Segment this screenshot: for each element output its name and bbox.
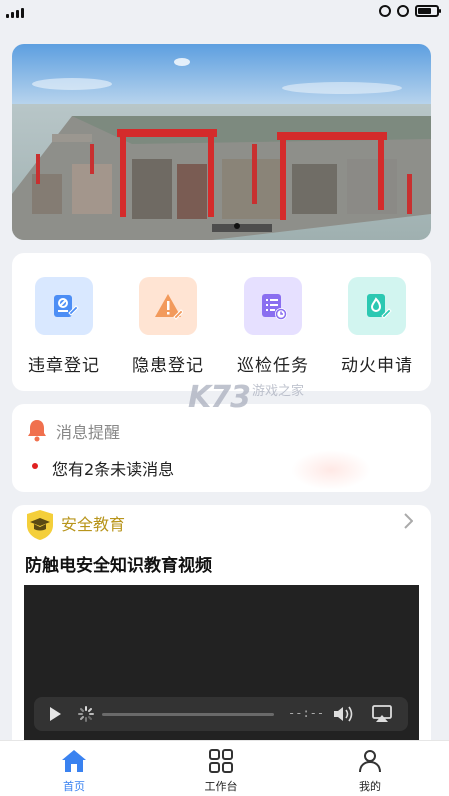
tab-label: 首页 — [63, 780, 85, 792]
home-icon — [34, 747, 114, 775]
quick-action-label: 隐患登记 — [132, 356, 204, 376]
tab-label: 我的 — [359, 780, 381, 792]
unread-dot — [32, 463, 38, 469]
battery-icon — [415, 5, 441, 17]
quick-actions-card: 违章登记 隐患登记 巡检任务 动火申请 — [12, 253, 431, 391]
hot-work-fire-icon — [348, 277, 406, 335]
video-time: --:-- — [288, 706, 325, 720]
play-icon[interactable] — [50, 707, 61, 721]
safety-education-title: 安全教育 — [61, 515, 126, 534]
watermark-logo: K73 游戏之家 — [188, 380, 305, 415]
video-controls: --:-- — [34, 697, 408, 731]
decorative-smoke — [291, 450, 371, 490]
video-progress-bar[interactable] — [102, 713, 274, 716]
unread-message-text[interactable]: 您有2条未读消息 — [52, 456, 174, 480]
user-icon — [330, 747, 410, 775]
bell-icon — [26, 418, 48, 446]
inspection-checklist-icon — [244, 277, 302, 335]
violation-report-icon — [35, 277, 93, 335]
shipyard-banner-image — [12, 44, 431, 240]
video-player[interactable]: --:-- — [24, 585, 419, 755]
tab-mine[interactable]: 我的 — [330, 747, 410, 792]
quick-action-label: 巡检任务 — [237, 356, 309, 376]
quick-action-hazard[interactable]: 隐患登记 — [116, 277, 220, 376]
grid-icon — [181, 747, 261, 775]
quick-action-violation[interactable]: 违章登记 — [12, 277, 116, 376]
quick-action-inspection[interactable]: 巡检任务 — [221, 277, 325, 376]
loading-spinner-icon — [78, 706, 94, 726]
graduation-cap-badge-icon — [25, 509, 55, 545]
quick-action-hot-work[interactable]: 动火申请 — [325, 277, 429, 376]
alarm-icon — [397, 5, 409, 17]
chevron-right-icon[interactable] — [403, 513, 414, 533]
tab-home[interactable]: 首页 — [34, 747, 114, 792]
airplay-icon[interactable] — [372, 705, 392, 727]
message-reminder-card[interactable]: 消息提醒 您有2条未读消息 — [12, 404, 431, 492]
tab-label: 工作台 — [204, 780, 238, 792]
hazard-warning-icon — [139, 277, 197, 335]
bottom-tab-bar: 首页 工作台 我的 — [0, 740, 449, 796]
message-reminder-title: 消息提醒 — [56, 423, 121, 442]
status-bar — [0, 0, 449, 26]
watermark-logo-text: K73 — [188, 380, 251, 415]
signal-icon — [6, 8, 24, 18]
quick-action-label: 违章登记 — [28, 356, 100, 376]
quick-action-label: 动火申请 — [341, 356, 413, 376]
shipyard-banner[interactable] — [12, 44, 431, 240]
tab-workbench[interactable]: 工作台 — [181, 747, 261, 792]
video-title[interactable]: 防触电安全知识教育视频 — [25, 551, 212, 576]
rotation-lock-icon — [379, 5, 391, 17]
volume-icon[interactable] — [332, 705, 354, 727]
status-icons — [379, 5, 441, 17]
watermark-subtitle: 游戏之家 — [252, 384, 305, 399]
safety-education-card: 安全教育 防触电安全知识教育视频 --:-- — [12, 505, 431, 755]
